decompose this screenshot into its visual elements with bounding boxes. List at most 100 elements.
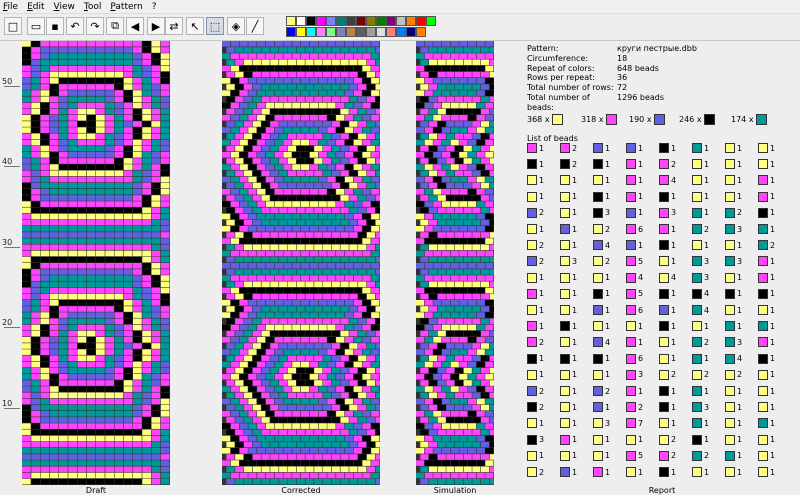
palette-swatch[interactable] <box>316 27 326 37</box>
palette-swatch[interactable] <box>326 16 336 26</box>
total-rows-value: 72 <box>617 83 628 93</box>
bead-entry: 1 <box>659 305 676 315</box>
arrow-right-button[interactable]: ▶ <box>147 17 165 35</box>
rows-per-repeat-label: Rows per repeat: <box>527 73 595 83</box>
bead-entry: 1 <box>593 305 610 315</box>
palette-swatch[interactable] <box>376 16 386 26</box>
palette-swatch[interactable] <box>386 27 396 37</box>
palette-swatch[interactable] <box>336 16 346 26</box>
repeat-value: 648 beads <box>617 63 659 73</box>
save-button[interactable]: ▪ <box>46 17 64 35</box>
bead-entry: 2 <box>527 207 544 218</box>
bead-entry: 1 <box>692 386 709 396</box>
palette-swatch[interactable] <box>416 27 426 37</box>
palette-swatch[interactable] <box>356 27 366 37</box>
corrected-panel[interactable] <box>222 41 380 485</box>
palette-swatch[interactable] <box>396 27 406 37</box>
color-count: 174 x <box>731 114 767 125</box>
palette-swatch[interactable] <box>416 16 426 26</box>
pipette-button[interactable]: ╱ <box>246 17 264 35</box>
simulation-panel[interactable] <box>416 41 494 485</box>
bead-entry: 1 <box>527 450 544 461</box>
bead-entry: 2 <box>527 402 544 413</box>
bead-entry: 1 <box>659 191 676 202</box>
bead-entry: 1 <box>593 159 610 170</box>
palette-swatch[interactable] <box>396 16 406 26</box>
bead-entry: 2 <box>659 369 676 380</box>
bead-entry: 3 <box>725 337 742 348</box>
total-rows-label: Total number of rows: <box>527 83 614 93</box>
bead-entry: 2 <box>692 369 709 380</box>
palette-swatch[interactable] <box>426 16 436 26</box>
bead-entry: 1 <box>593 467 610 477</box>
palette-swatch[interactable] <box>356 16 366 26</box>
bead-entry: 1 <box>560 240 577 251</box>
bead-entry: 2 <box>527 467 544 477</box>
undo-button[interactable]: ↶ <box>66 17 84 35</box>
bead-entry: 1 <box>758 402 775 413</box>
palette-swatch[interactable] <box>296 27 306 37</box>
bead-entry: 1 <box>758 175 775 186</box>
menu-view[interactable]: View <box>51 2 78 12</box>
select-button[interactable]: ⬚ <box>206 17 224 35</box>
palette-swatch[interactable] <box>326 27 336 37</box>
bead-entry: 1 <box>692 240 709 251</box>
palette-swatch[interactable] <box>386 16 396 26</box>
palette-swatch[interactable] <box>286 27 296 37</box>
bead-entry: 1 <box>527 418 544 429</box>
bead-entry: 3 <box>725 224 742 234</box>
bead-entry: 1 <box>758 467 775 477</box>
fill-button[interactable]: ◈ <box>227 17 245 35</box>
mirror-button[interactable]: ⇄ <box>165 17 183 35</box>
bead-entry: 4 <box>692 288 709 299</box>
palette-swatch[interactable] <box>406 27 416 37</box>
menu-file[interactable]: File <box>0 2 21 12</box>
total-beads-value: 1296 beads <box>617 92 665 102</box>
color-counts: 368 x 318 x 190 x 246 x 174 x <box>527 114 797 126</box>
bead-entry: 1 <box>725 143 742 153</box>
ruler-label: 10 <box>2 399 13 408</box>
bead-entry: 1 <box>758 450 775 461</box>
color-swatch <box>703 114 715 125</box>
palette-swatch[interactable] <box>376 27 386 37</box>
bead-entry: 6 <box>626 353 643 364</box>
arrow-left-button[interactable]: ◀ <box>126 17 144 35</box>
bead-entry: 1 <box>626 386 643 396</box>
open-button[interactable]: ▭ <box>27 17 45 35</box>
menu-pattern[interactable]: Pattern <box>107 2 145 12</box>
copy-button[interactable]: ⧉ <box>106 17 124 35</box>
bead-list-title: List of beads <box>527 134 578 143</box>
palette-swatch[interactable] <box>366 27 376 37</box>
bead-entry: 2 <box>659 434 676 445</box>
bead-entry: 1 <box>659 353 676 364</box>
palette-swatch[interactable] <box>336 27 346 37</box>
palette-swatch[interactable] <box>296 16 306 26</box>
bead-entry: 1 <box>560 369 577 380</box>
draft-panel[interactable] <box>22 41 170 485</box>
bead-entry: 1 <box>593 288 610 299</box>
palette-swatch[interactable] <box>346 16 356 26</box>
bead-entry: 2 <box>527 240 544 251</box>
bead-entry: 1 <box>758 369 775 380</box>
palette-swatch[interactable] <box>366 16 376 26</box>
palette-swatch[interactable] <box>306 16 316 26</box>
pointer-button[interactable]: ↖ <box>186 17 204 35</box>
menu-help[interactable]: ? <box>149 2 160 12</box>
bead-entry: 3 <box>725 256 742 267</box>
bead-entry: 1 <box>527 321 544 332</box>
menu-edit[interactable]: Edit <box>24 2 47 12</box>
redo-button[interactable]: ↷ <box>86 17 104 35</box>
palette-swatch[interactable] <box>406 16 416 26</box>
color-count: 368 x <box>527 114 563 125</box>
new-button[interactable]: □ <box>4 17 22 35</box>
palette-swatch[interactable] <box>316 16 326 26</box>
palette-swatch[interactable] <box>286 16 296 26</box>
bead-entry: 1 <box>725 191 742 202</box>
palette-swatch[interactable] <box>306 27 316 37</box>
bead-entry: 1 <box>659 240 676 251</box>
ruler-label: 50 <box>2 77 13 86</box>
bead-entry: 1 <box>593 369 610 380</box>
bead-entry: 1 <box>758 305 775 315</box>
palette-swatch[interactable] <box>346 27 356 37</box>
menu-tool[interactable]: Tool <box>81 2 104 12</box>
